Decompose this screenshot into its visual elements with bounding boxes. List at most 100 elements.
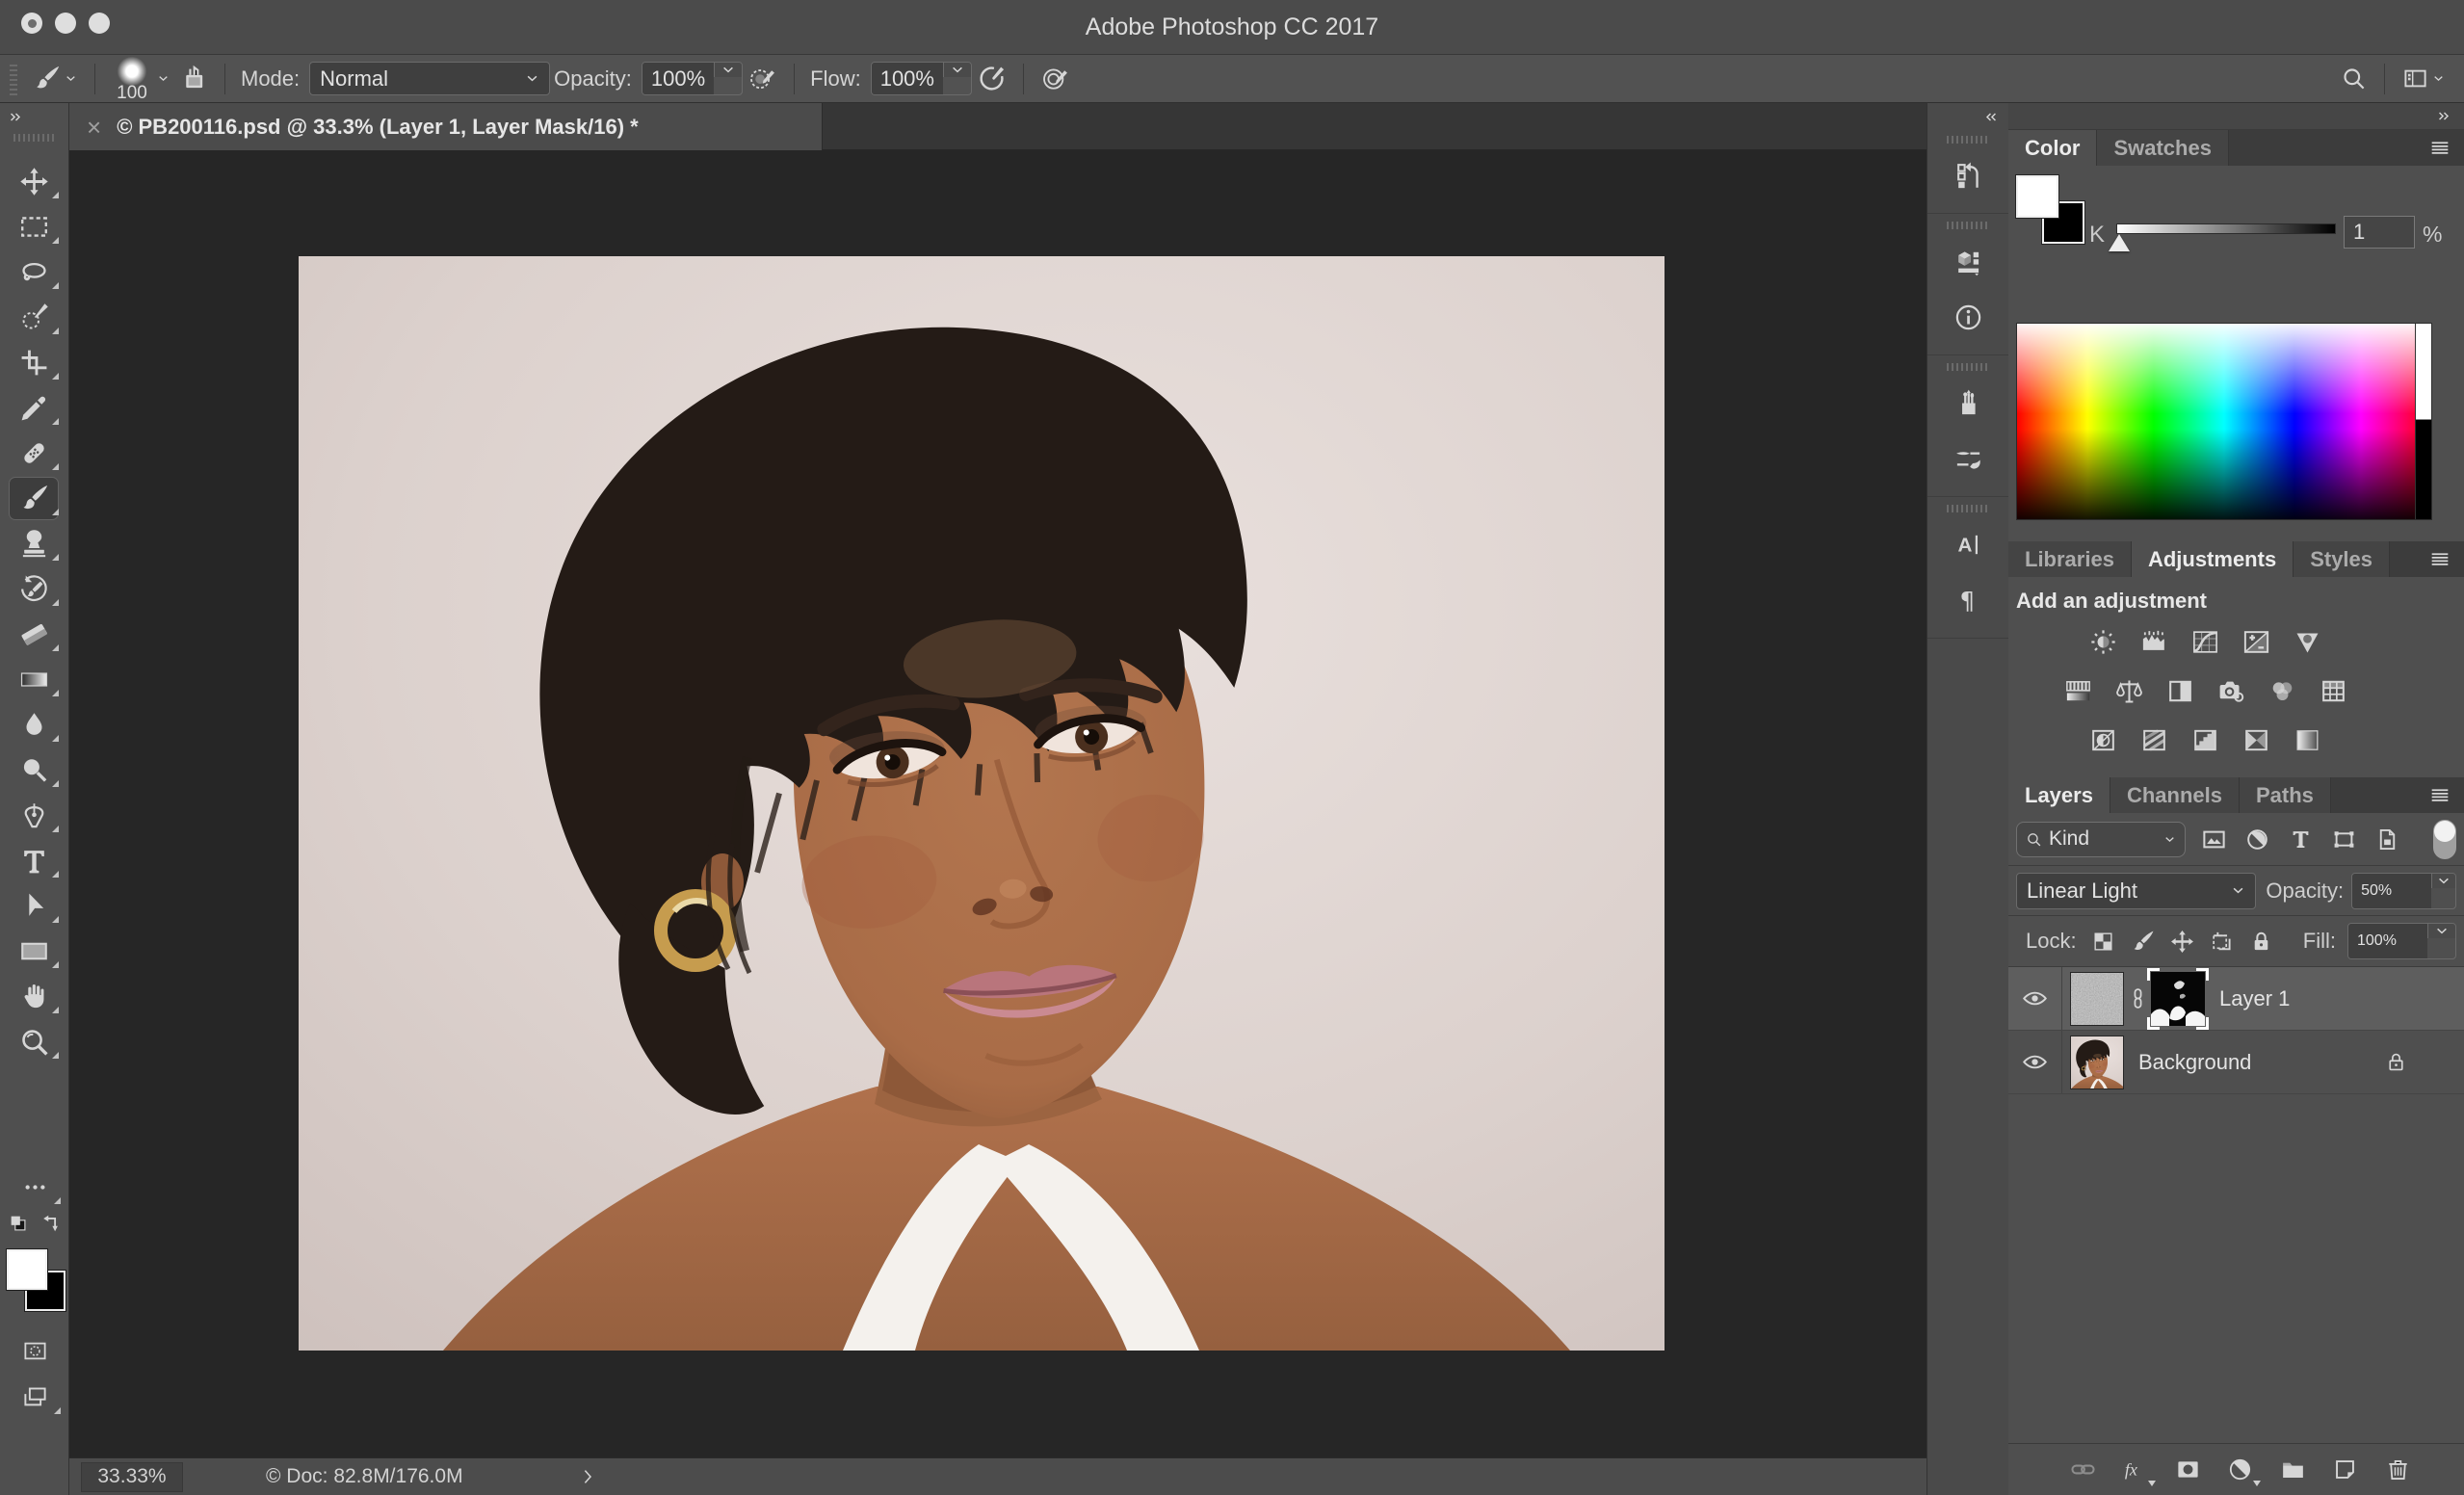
paint-mode-select[interactable]: Normal — [309, 62, 550, 95]
dodge-tool[interactable] — [0, 748, 67, 793]
lock-all-button[interactable] — [2248, 928, 2275, 955]
lock-transparent-pixels-button[interactable] — [2090, 928, 2117, 955]
posterize-adjustment-button[interactable] — [2137, 725, 2172, 754]
history-brush-tool[interactable] — [0, 566, 67, 612]
filter-adjustment-layers-button[interactable] — [2242, 825, 2271, 853]
lock-position-button[interactable] — [2169, 928, 2196, 955]
toolbar-grip[interactable] — [13, 134, 56, 142]
foreground-background-colors[interactable] — [0, 1249, 69, 1332]
foreground-color-swatch[interactable] — [7, 1249, 47, 1290]
new-group-button[interactable] — [2276, 1454, 2309, 1486]
panel-grip[interactable] — [1947, 363, 1989, 371]
exposure-adjustment-button[interactable] — [2240, 627, 2274, 656]
panel-menu-icon[interactable] — [2425, 136, 2454, 160]
type-tool[interactable] — [0, 838, 67, 883]
new-layer-button[interactable] — [2329, 1454, 2362, 1486]
tab-layers[interactable]: Layers — [2008, 777, 2110, 813]
status-chevron-icon[interactable] — [579, 1466, 596, 1487]
eraser-tool[interactable] — [0, 612, 67, 657]
tab-libraries[interactable]: Libraries — [2008, 541, 2132, 577]
options-bar-grip[interactable] — [10, 63, 17, 95]
pressure-size-button[interactable] — [1035, 58, 1075, 100]
tab-color[interactable]: Color — [2008, 130, 2097, 166]
filter-smart-objects-button[interactable] — [2372, 825, 2401, 853]
layer-mask-thumbnail[interactable] — [2151, 972, 2205, 1026]
layer-row[interactable]: Background — [2008, 1031, 2464, 1094]
panel-grip[interactable] — [1947, 222, 1989, 229]
black-and-white-adjustment-button[interactable] — [2163, 676, 2197, 705]
foreground-color-swatch[interactable] — [2016, 175, 2058, 218]
lasso-tool[interactable] — [0, 249, 67, 295]
k-value-field[interactable]: 1 — [2344, 216, 2415, 249]
invert-adjustment-button[interactable] — [2086, 725, 2121, 754]
layer-fill-select[interactable]: 100% — [2347, 923, 2456, 959]
zoom-window-button[interactable] — [89, 13, 110, 34]
history-panel-button[interactable] — [1927, 147, 2008, 203]
panel-menu-icon[interactable] — [2425, 547, 2454, 571]
layer-visibility-toggle[interactable] — [2008, 967, 2062, 1030]
opacity-select[interactable]: 100% — [642, 62, 743, 95]
selective-color-adjustment-button[interactable] — [2291, 725, 2325, 754]
pressure-opacity-button[interactable] — [743, 58, 782, 100]
brightness-contrast-adjustment-button[interactable] — [2086, 627, 2121, 656]
layer-opacity-select[interactable]: 50% — [2351, 873, 2456, 909]
filter-type-layers-button[interactable] — [2286, 825, 2315, 853]
layer-style-button[interactable]: fx — [2119, 1454, 2152, 1486]
pen-tool[interactable] — [0, 793, 67, 838]
close-window-button[interactable] — [21, 13, 42, 34]
search-button[interactable] — [2335, 58, 2372, 100]
layer-row[interactable]: Layer 1 — [2008, 967, 2464, 1031]
default-colors-icon[interactable] — [8, 1213, 29, 1234]
k-slider[interactable] — [2116, 223, 2336, 234]
toolbar-expand-button[interactable] — [0, 103, 68, 128]
tab-styles[interactable]: Styles — [2294, 541, 2390, 577]
path-selection-tool[interactable] — [0, 883, 67, 929]
lock-image-pixels-button[interactable] — [2130, 928, 2157, 955]
spot-healing-brush-tool[interactable] — [0, 431, 67, 476]
photo-filter-adjustment-button[interactable] — [2214, 676, 2248, 705]
workspace-switcher[interactable] — [2397, 58, 2451, 100]
brush-tool[interactable] — [0, 476, 67, 521]
panel-grip[interactable] — [1947, 136, 1989, 144]
panel-grip[interactable] — [1947, 505, 1989, 512]
layer-blend-mode-select[interactable]: Linear Light — [2016, 873, 2256, 909]
k-slider-thumb[interactable] — [2109, 234, 2130, 251]
character-panel-button[interactable]: A — [1927, 516, 2008, 572]
zoom-tool[interactable] — [0, 1019, 67, 1064]
gradient-map-adjustment-button[interactable] — [2240, 725, 2274, 754]
layer-thumbnail[interactable] — [2070, 972, 2124, 1026]
threshold-adjustment-button[interactable] — [2189, 725, 2223, 754]
toggle-brush-panel-button[interactable] — [173, 58, 213, 100]
lock-artboard-nesting-button[interactable] — [2209, 928, 2236, 955]
filter-pixel-layers-button[interactable] — [2199, 825, 2228, 853]
flow-select[interactable]: 100% — [871, 62, 972, 95]
document-tab[interactable]: × © PB200116.psd @ 33.3% (Layer 1, Layer… — [69, 103, 823, 150]
quick-selection-tool[interactable] — [0, 295, 67, 340]
screen-mode-button[interactable] — [0, 1375, 69, 1420]
eyedropper-tool[interactable] — [0, 385, 67, 431]
panel-menu-icon[interactable] — [2425, 783, 2454, 807]
swap-colors-icon[interactable] — [40, 1213, 62, 1234]
rectangle-tool[interactable] — [0, 929, 67, 974]
brush-preset-picker[interactable]: 100 — [107, 55, 173, 103]
brush-settings-panel-button[interactable] — [1927, 431, 2008, 486]
blur-tool[interactable] — [0, 702, 67, 748]
zoom-level-field[interactable]: 33.33% — [81, 1462, 183, 1492]
layer-filter-kind-select[interactable]: Kind — [2016, 822, 2186, 857]
vibrance-adjustment-button[interactable] — [2291, 627, 2325, 656]
layer-visibility-toggle[interactable] — [2008, 1031, 2062, 1093]
white-black-ramp[interactable] — [2415, 324, 2431, 519]
clone-stamp-tool[interactable] — [0, 521, 67, 566]
dock-collapse-button[interactable] — [1927, 103, 2008, 128]
layer-thumbnail[interactable] — [2070, 1036, 2124, 1089]
color-spectrum-ramp[interactable] — [2016, 323, 2432, 520]
hand-tool[interactable] — [0, 974, 67, 1019]
color-lookup-adjustment-button[interactable] — [2316, 676, 2350, 705]
canvas-image[interactable] — [299, 256, 1665, 1351]
quick-mask-button[interactable] — [0, 1328, 69, 1374]
hue-saturation-adjustment-button[interactable] — [2060, 676, 2095, 705]
minimize-window-button[interactable] — [55, 13, 76, 34]
crop-tool[interactable] — [0, 340, 67, 385]
tab-swatches[interactable]: Swatches — [2097, 130, 2229, 166]
curves-adjustment-button[interactable] — [2189, 627, 2223, 656]
